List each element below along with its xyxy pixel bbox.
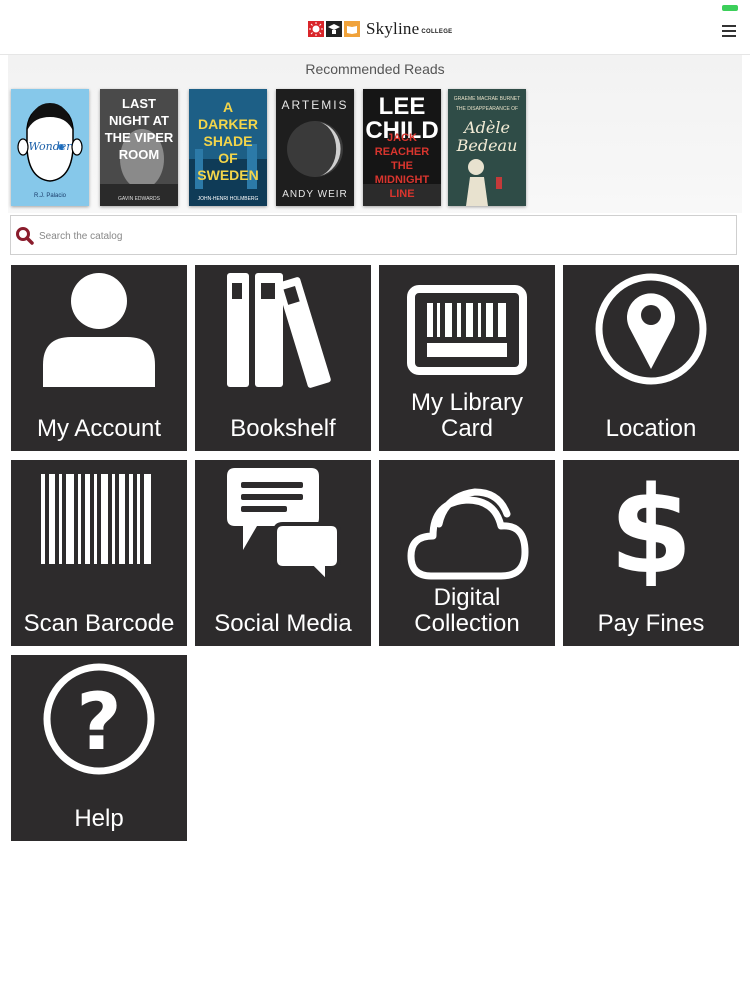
book-cover[interactable]: ARTEMIS ANDY WEIR <box>276 89 354 206</box>
book-title: Adèle Bedeau <box>456 118 518 155</box>
map-pin-icon <box>595 273 707 385</box>
search-icon[interactable] <box>15 226 35 246</box>
tile-digital-collection[interactable]: Digital Collection <box>379 460 555 646</box>
tile-label: Pay Fines <box>597 610 705 637</box>
tile-social-media[interactable]: Social Media <box>195 460 371 646</box>
book-author: GRAEME MACRAE BURNET <box>453 96 521 102</box>
tile-label: Scan Barcode <box>23 610 175 637</box>
book-cover[interactable]: LAST NIGHT AT THE VIPER ROOM GAVIN EDWAR… <box>100 89 178 206</box>
tile-label: Social Media <box>214 610 352 637</box>
tile-label: My Library Card <box>410 389 524 442</box>
tile-my-library-card[interactable]: My Library Card <box>379 265 555 451</box>
search-input[interactable] <box>37 225 721 247</box>
logo-book-icon <box>344 21 360 37</box>
dollar-icon: $ <box>609 462 693 586</box>
books-icon <box>227 273 331 388</box>
library-card-icon <box>407 285 527 375</box>
tile-bookshelf[interactable]: Bookshelf <box>195 265 371 451</box>
barcode-icon <box>41 474 151 564</box>
book-cover[interactable]: GRAEME MACRAE BURNET THE DISAPPEARANCE O… <box>448 89 526 206</box>
book-title: Wonder <box>28 140 72 153</box>
recommended-reads-carousel: Recommended Reads Wonder R.J. Palacio LA… <box>8 55 742 213</box>
tile-label: Location <box>605 415 697 442</box>
person-icon <box>43 273 155 387</box>
book-author: JOHN-HENRI HOLMBERG <box>197 196 259 202</box>
book-title: A DARKER SHADE OF SWEDEN <box>197 99 259 183</box>
book-title: LAST NIGHT AT THE VIPER ROOM <box>104 96 174 162</box>
book-author: GAVIN EDWARDS <box>118 196 160 202</box>
skyline-college-logo[interactable]: Skyline COLLEGE <box>308 18 452 40</box>
catalog-search-bar <box>10 215 737 255</box>
brand-name: Skyline <box>366 19 420 38</box>
svg-text:$: $ <box>609 462 693 586</box>
logo-sun-icon <box>308 21 324 37</box>
cloud-icon <box>407 488 529 580</box>
book-cover[interactable]: Wonder R.J. Palacio <box>11 89 89 206</box>
recommended-reads-title: Recommended Reads <box>305 61 445 77</box>
app-header: Skyline COLLEGE <box>0 0 750 55</box>
svg-text:?: ? <box>76 678 121 768</box>
tile-my-account[interactable]: My Account <box>11 265 187 451</box>
tile-pay-fines[interactable]: $ Pay Fines <box>563 460 739 646</box>
tile-help[interactable]: ? Help <box>11 655 187 841</box>
book-cover[interactable]: A DARKER SHADE OF SWEDEN JOHN-HENRI HOLM… <box>189 89 267 206</box>
tile-scan-barcode[interactable]: Scan Barcode <box>11 460 187 646</box>
tile-location[interactable]: Location <box>563 265 739 451</box>
tile-label: My Account <box>36 415 162 442</box>
book-subtitle: THE DISAPPEARANCE OF <box>455 106 519 112</box>
tile-label: Help <box>74 805 124 832</box>
question-icon: ? <box>43 663 155 775</box>
book-cover[interactable]: LEE CHILD JACK REACHER THE MIDNIGHT LINE <box>363 89 441 206</box>
tile-label: Digital Collection <box>414 584 520 637</box>
book-author: R.J. Palacio <box>33 193 66 199</box>
chat-bubbles-icon <box>227 468 341 586</box>
hamburger-menu-icon[interactable] <box>722 23 738 37</box>
brand-subtitle: COLLEGE <box>421 29 453 35</box>
tile-label: Bookshelf <box>230 415 336 442</box>
book-title: JACK REACHER THE MIDNIGHT LINE <box>374 132 430 200</box>
battery-indicator <box>722 5 738 11</box>
book-author: ANDY WEIR <box>282 189 348 200</box>
logo-graduate-icon <box>326 21 342 37</box>
book-title: ARTEMIS <box>281 98 349 112</box>
